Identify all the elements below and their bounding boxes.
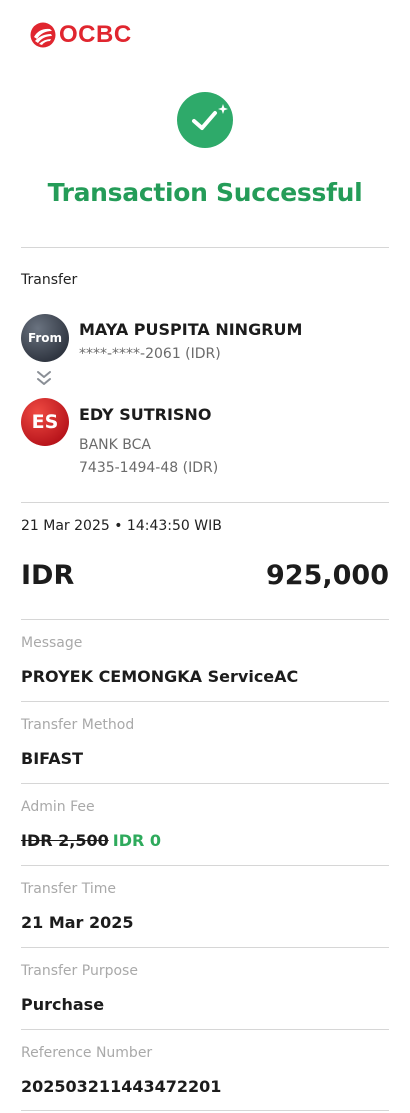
divider <box>21 783 389 784</box>
admin-fee-final: IDR 0 <box>112 831 161 850</box>
sender-name: MAYA PUSPITA NINGRUM <box>79 320 303 339</box>
message-label: Message <box>21 635 83 651</box>
double-chevron-down-icon <box>37 371 51 385</box>
reference-number-value: 20250321144347220​1 <box>21 1077 222 1096</box>
divider <box>21 247 389 248</box>
amount-value: 925,000 <box>266 560 389 591</box>
transfer-time-value: 21 Mar 2025 <box>21 913 134 932</box>
transfer-method-value: BIFAST <box>21 749 84 768</box>
message-value: PROYEK CEMONGKA ServiceAC <box>21 667 299 686</box>
divider <box>21 619 389 620</box>
transfer-purpose-label: Transfer Purpose <box>21 963 138 979</box>
divider <box>21 947 389 948</box>
admin-fee-original: IDR 2,500 <box>21 831 109 850</box>
transfer-type-label: Transfer <box>21 272 78 288</box>
amount-currency: IDR <box>21 560 75 591</box>
divider <box>21 1029 389 1030</box>
transaction-datetime: 21 Mar 2025 • 14:43:50 WIB <box>21 518 222 534</box>
ocbc-logo: OCBC <box>30 21 132 49</box>
divider <box>21 502 389 503</box>
transfer-method-label: Transfer Method <box>21 717 135 733</box>
sender-avatar: From <box>21 314 69 362</box>
recipient-name: EDY SUTRISNO <box>79 405 212 424</box>
transfer-purpose-value: Purchase <box>21 995 105 1014</box>
recipient-account: 7435-1494-48 (IDR) <box>79 460 219 476</box>
brand-name: OCBC <box>59 21 132 48</box>
divider <box>21 1110 389 1111</box>
ocbc-logo-icon <box>30 22 56 48</box>
transfer-time-label: Transfer Time <box>21 881 117 897</box>
divider <box>21 701 389 702</box>
check-sparkle-icon <box>177 92 233 148</box>
reference-number-label: Reference Number <box>21 1045 153 1061</box>
admin-fee-label: Admin Fee <box>21 799 95 815</box>
sender-account: ****-****-2061 (IDR) <box>79 346 221 362</box>
recipient-bank: BANK BCA <box>79 437 151 453</box>
admin-fee-value: IDR 2,500 IDR 0 <box>21 831 161 850</box>
status-title: Transaction Successful <box>47 178 363 207</box>
recipient-avatar: ES <box>21 398 69 446</box>
divider <box>21 865 389 866</box>
